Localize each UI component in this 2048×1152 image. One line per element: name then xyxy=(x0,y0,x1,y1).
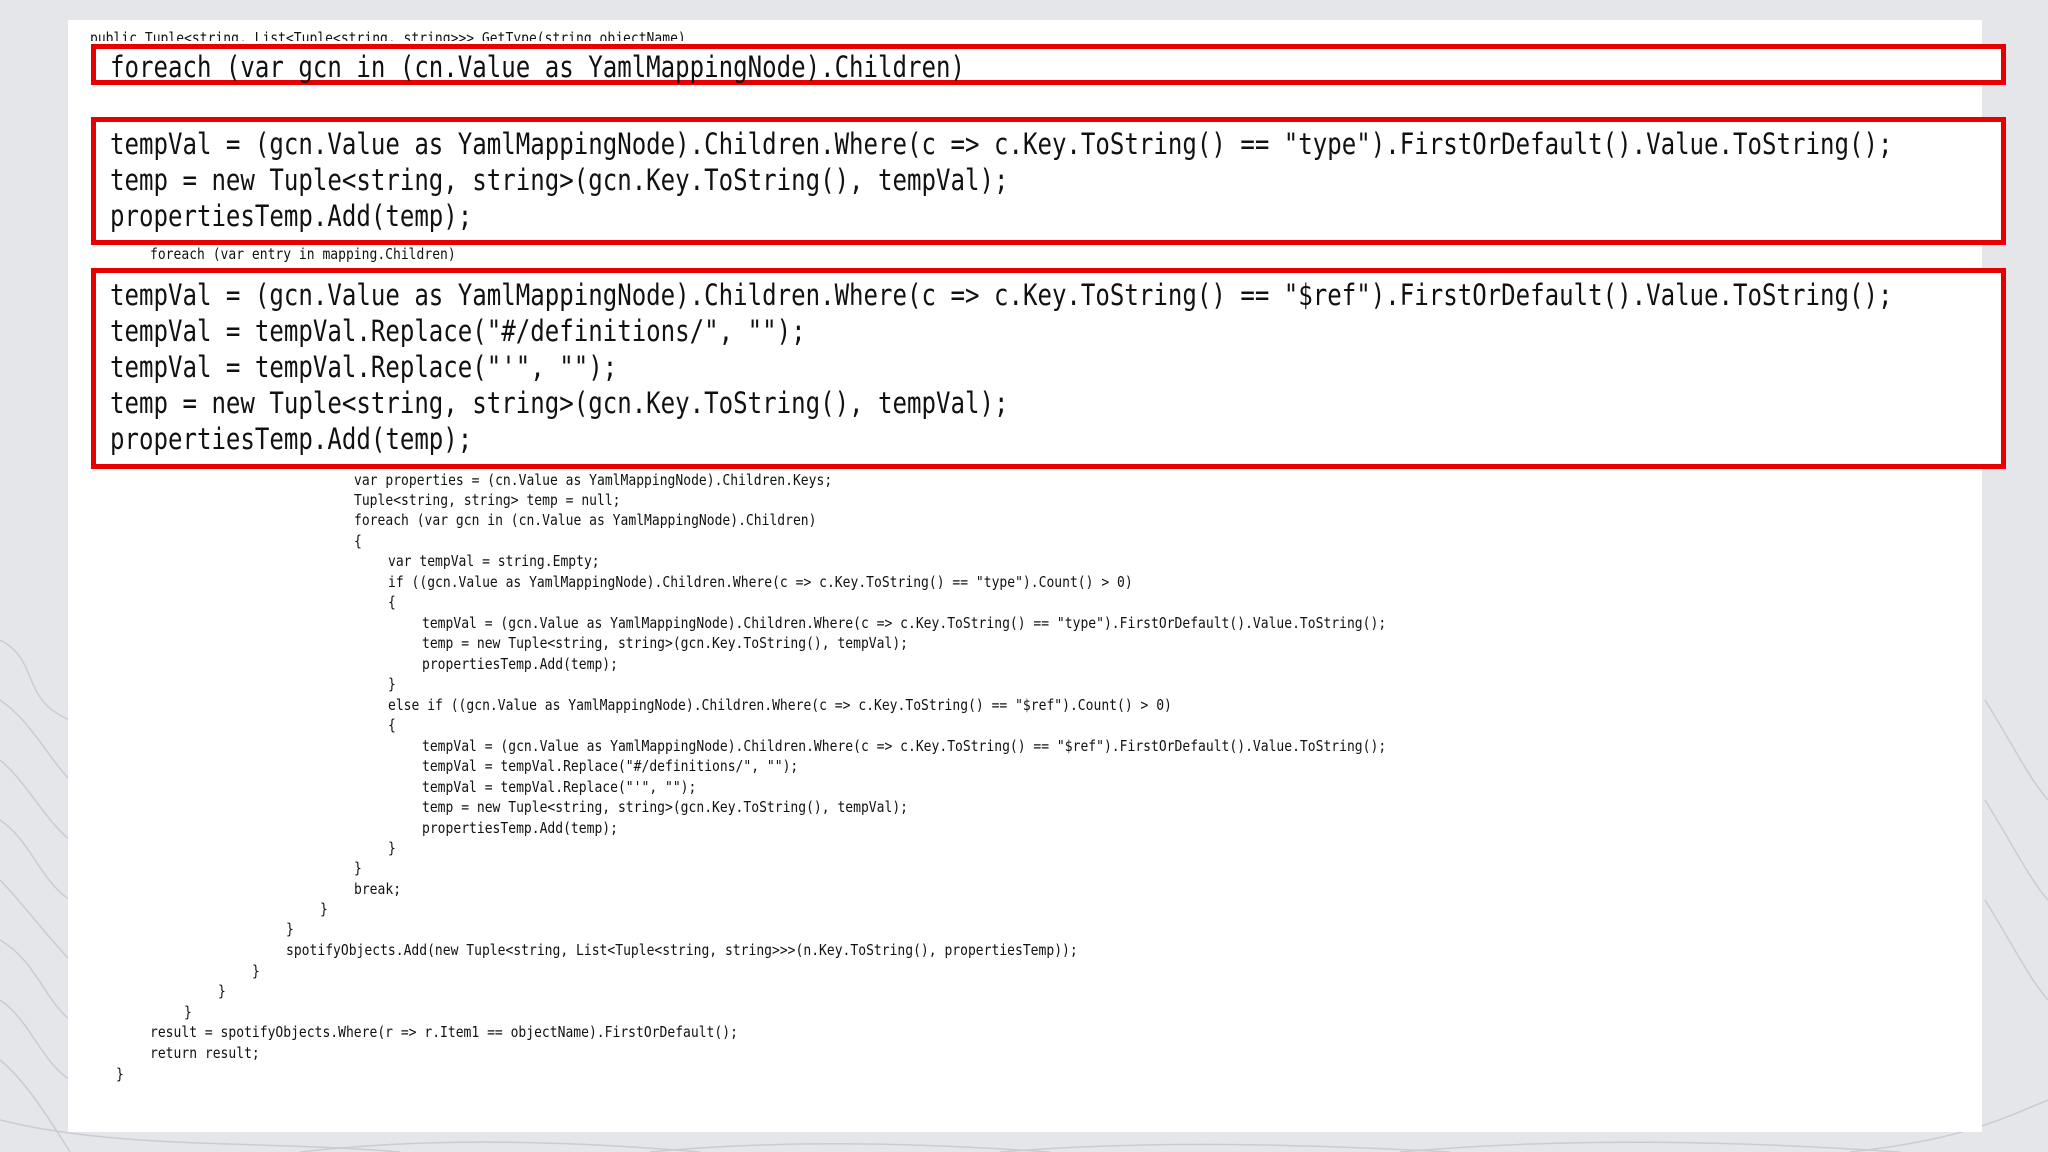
code-line: } xyxy=(184,1003,192,1021)
code-line: } xyxy=(320,900,328,918)
code-line: if ((gcn.Value as YamlMappingNode).Child… xyxy=(388,573,1133,591)
code-line: } xyxy=(116,1065,124,1083)
zoom-code-line: temp = new Tuple<string, string>(gcn.Key… xyxy=(110,386,1009,420)
code-line: var properties = (cn.Value as YamlMappin… xyxy=(354,471,833,489)
zoom-code-line: tempVal = (gcn.Value as YamlMappingNode)… xyxy=(110,278,1893,312)
code-line: foreach (var entry in mapping.Children) xyxy=(150,245,456,263)
code-line: tempVal = tempVal.Replace("#/definitions… xyxy=(422,757,799,775)
code-line: tempVal = (gcn.Value as YamlMappingNode)… xyxy=(422,614,1387,632)
code-line: propertiesTemp.Add(temp); xyxy=(422,819,618,837)
code-line: } xyxy=(354,859,362,877)
code-line: } xyxy=(388,675,396,693)
zoom-code-line: propertiesTemp.Add(temp); xyxy=(110,422,473,456)
zoom-code-line: tempVal = tempVal.Replace("'", ""); xyxy=(110,350,618,384)
code-line: Tuple<string, string> temp = null; xyxy=(354,491,621,509)
code-line: tempVal = tempVal.Replace("'", ""); xyxy=(422,778,697,796)
code-line: temp = new Tuple<string, string>(gcn.Key… xyxy=(422,798,909,816)
code-line: { xyxy=(354,532,362,550)
zoom-code-line: tempVal = tempVal.Replace("#/definitions… xyxy=(110,314,806,348)
zoom-callout-box: tempVal = (gcn.Value as YamlMappingNode)… xyxy=(91,117,2006,245)
code-line: propertiesTemp.Add(temp); xyxy=(422,655,618,673)
zoom-callout-box: foreach (var gcn in (cn.Value as YamlMap… xyxy=(91,44,2006,85)
zoom-code-line: tempVal = (gcn.Value as YamlMappingNode)… xyxy=(110,127,1893,161)
code-line: spotifyObjects.Add(new Tuple<string, Lis… xyxy=(286,941,1078,959)
zoom-code-line: foreach (var gcn in (cn.Value as YamlMap… xyxy=(110,50,965,84)
code-line: } xyxy=(286,920,294,938)
code-line: } xyxy=(218,982,226,1000)
code-line: foreach (var gcn in (cn.Value as YamlMap… xyxy=(354,511,817,529)
code-line: else if ((gcn.Value as YamlMappingNode).… xyxy=(388,696,1172,714)
zoom-code-line: temp = new Tuple<string, string>(gcn.Key… xyxy=(110,163,1009,197)
code-line: temp = new Tuple<string, string>(gcn.Key… xyxy=(422,634,909,652)
code-line: var tempVal = string.Empty; xyxy=(388,552,600,570)
zoom-callout-box: tempVal = (gcn.Value as YamlMappingNode)… xyxy=(91,268,2006,469)
zoom-code-line: propertiesTemp.Add(temp); xyxy=(110,199,473,233)
code-line: tempVal = (gcn.Value as YamlMappingNode)… xyxy=(422,737,1387,755)
code-line: return result; xyxy=(150,1044,260,1062)
code-line: } xyxy=(388,839,396,857)
code-line: break; xyxy=(354,880,402,898)
code-line: { xyxy=(388,716,396,734)
code-line: { xyxy=(388,593,396,611)
code-line: } xyxy=(252,962,260,980)
code-line: result = spotifyObjects.Where(r => r.Ite… xyxy=(150,1023,738,1041)
